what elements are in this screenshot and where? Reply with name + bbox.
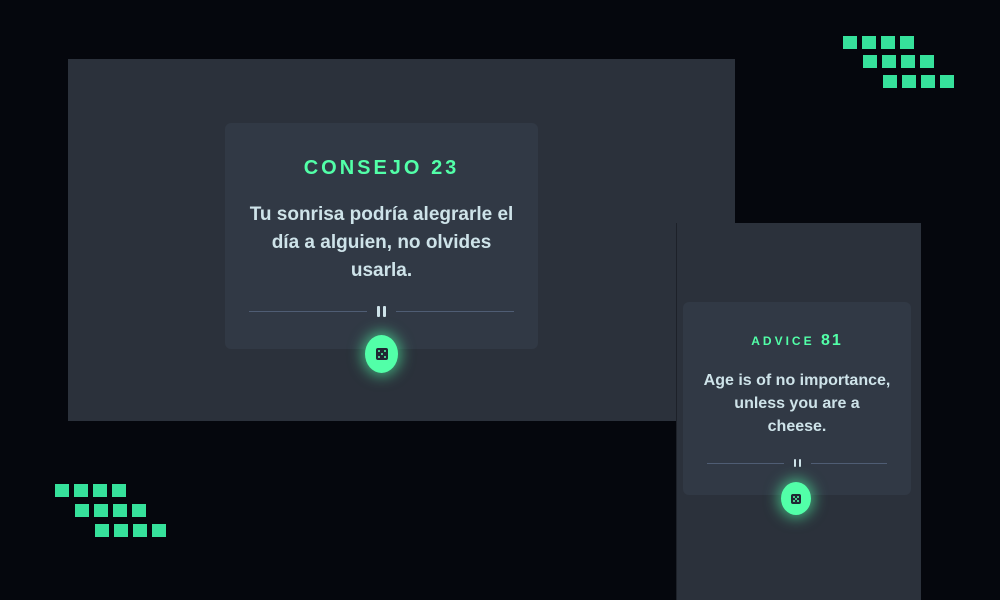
pixel-square: [883, 75, 897, 88]
pixel-square: [75, 504, 89, 517]
pixel-square: [921, 75, 935, 88]
divider-line-right: [810, 462, 887, 464]
pixel-square: [843, 36, 857, 49]
pixel-pattern-top-right: [843, 36, 954, 92]
mobile-advice-card: ADVICE 81 Age is of no importance, unles…: [683, 302, 911, 495]
pixel-square: [93, 484, 107, 497]
divider-line-left: [249, 310, 367, 312]
pixel-square: [113, 504, 127, 517]
pause-icon: [793, 459, 801, 467]
advice-number: 81: [820, 332, 843, 349]
desktop-advice-card: CONSEJO 23 Tu sonrisa podría alegrarle e…: [225, 123, 538, 349]
advice-quote: Tu sonrisa podría alegrarle el día a alg…: [249, 204, 514, 281]
pixel-square: [132, 504, 146, 517]
pixel-square: [881, 36, 895, 49]
pixel-square: [133, 524, 147, 537]
pixel-square: [95, 524, 109, 537]
pixel-square: [882, 55, 896, 68]
pixel-square: [900, 36, 914, 49]
advice-label: CONSEJO 23: [225, 157, 538, 180]
dice-button[interactable]: [781, 482, 811, 515]
divider-line-left: [707, 462, 784, 464]
pixel-square: [152, 524, 166, 537]
pixel-square: [920, 55, 934, 68]
pause-icon: [377, 305, 386, 317]
pixel-square: [862, 36, 876, 49]
pixel-square: [940, 75, 954, 88]
pixel-square: [74, 484, 88, 497]
dice-icon: [375, 348, 388, 360]
dice-button[interactable]: [365, 335, 398, 373]
pixel-pattern-bottom-left: [55, 484, 166, 540]
pixel-square: [901, 55, 915, 68]
pixel-square: [55, 484, 69, 497]
advice-label: ADVICE 81: [683, 332, 911, 350]
pixel-square: [863, 55, 877, 68]
divider-line-right: [396, 310, 514, 312]
advice-quote: Age is of no importance, unless you are …: [703, 372, 891, 435]
advice-number: 23: [431, 157, 460, 179]
pixel-square: [112, 484, 126, 497]
advice-label-word: ADVICE: [751, 334, 815, 348]
pixel-square: [114, 524, 128, 537]
advice-label-word: CONSEJO: [303, 157, 423, 179]
pixel-square: [94, 504, 108, 517]
pixel-square: [902, 75, 916, 88]
dice-icon: [791, 493, 801, 504]
divider: [707, 458, 887, 468]
divider: [249, 305, 514, 317]
